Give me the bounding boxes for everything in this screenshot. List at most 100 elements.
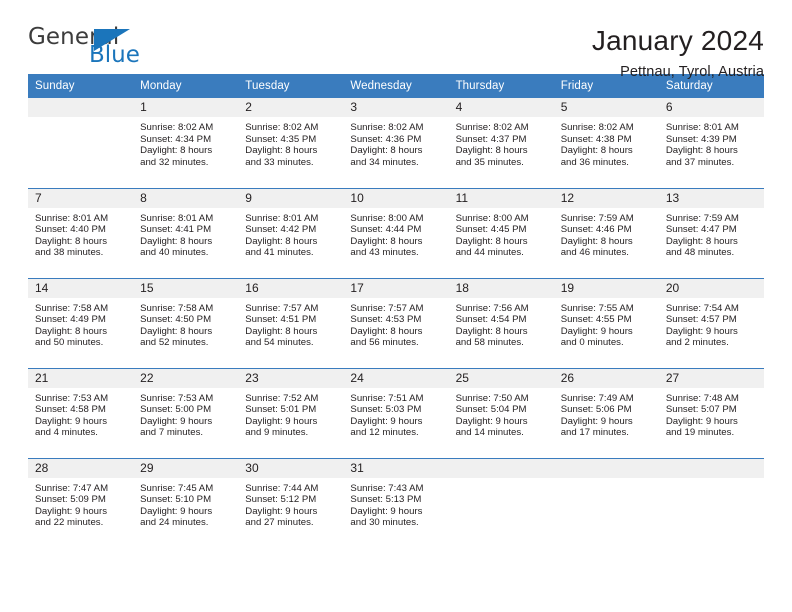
title-block: January 2024 Pettnau, Tyrol, Austria — [592, 26, 764, 81]
daylight-text-line1: Daylight: 8 hours — [560, 145, 633, 157]
calendar-body: 1 Sunrise: 8:02 AM Sunset: 4:34 PM Daylight… — [28, 98, 764, 548]
daylight-text-line2: and 56 minutes. — [350, 337, 419, 349]
sunset-text: Sunset: 4:42 PM — [245, 224, 317, 236]
sunrise-text: Sunrise: 8:02 AM — [455, 122, 529, 133]
sun-info: Sunrise: 8:02 AM Sunset: 4:37 PM Daylight:… — [449, 117, 554, 168]
day-cell-content: 7 Sunrise: 8:01 AM Sunset: 4:40 PM Daylight… — [28, 188, 134, 278]
sun-info: Sunrise: 8:02 AM Sunset: 4:36 PM Daylight:… — [343, 117, 448, 168]
day-cell[interactable]: 31 Sunrise: 7:43 AM Sunset: 5:13 PM Dayligh… — [343, 457, 449, 549]
day-cell[interactable]: 4 Sunrise: 8:02 AM Sunset: 4:37 PM Daylight… — [448, 98, 554, 188]
day-cell[interactable]: 24 Sunrise: 7:51 AM Sunset: 5:03 PM Dayligh… — [343, 367, 449, 458]
day-cell[interactable]: 19 Sunrise: 7:55 AM Sunset: 4:55 PM Dayligh… — [553, 277, 659, 368]
day-cell[interactable]: 11 Sunrise: 8:00 AM Sunset: 4:45 PM Dayligh… — [448, 187, 554, 278]
daylight-text-line1: Daylight: 8 hours — [35, 235, 107, 247]
sunrise-text: Sunrise: 7:56 AM — [455, 302, 529, 314]
sunrise-text: Sunrise: 7:59 AM — [560, 212, 634, 224]
day-number: 16 — [238, 278, 344, 298]
day-number: 14 — [28, 278, 134, 298]
day-cell[interactable]: 14 Sunrise: 7:58 AM Sunset: 4:49 PM Dayligh… — [28, 277, 134, 368]
calendar-page: General Blue January 2024 Pettnau, Tyrol… — [0, 0, 792, 612]
sunset-text: Sunset: 5:13 PM — [350, 494, 422, 506]
day-cell[interactable]: 10 Sunrise: 8:00 AM Sunset: 4:44 PM Dayligh… — [343, 187, 449, 278]
day-cell-content: 19 Sunrise: 7:55 AM Sunset: 4:55 PM Dayligh… — [553, 278, 659, 368]
sunset-text: Sunset: 4:54 PM — [455, 314, 527, 326]
day-number: 11 — [448, 188, 554, 208]
day-cell[interactable]: 9 Sunrise: 8:01 AM Sunset: 4:42 PM Daylight… — [238, 187, 344, 278]
daylight-text-line2: and 32 minutes. — [140, 156, 209, 168]
daylight-text-line1: Daylight: 9 hours — [350, 505, 423, 517]
sunrise-text: Sunrise: 7:48 AM — [665, 392, 739, 404]
sun-info: Sunrise: 7:55 AM Sunset: 4:55 PM Daylight:… — [554, 298, 659, 349]
day-cell[interactable]: 1 Sunrise: 8:02 AM Sunset: 4:34 PM Daylight… — [133, 98, 239, 188]
daylight-text-line1: Daylight: 8 hours — [245, 235, 318, 247]
daylight-text-line1: Daylight: 8 hours — [350, 325, 423, 337]
day-cell[interactable]: 20 Sunrise: 7:54 AM Sunset: 4:57 PM Dayligh… — [658, 277, 764, 368]
day-cell[interactable]: 26 Sunrise: 7:49 AM Sunset: 5:06 PM Dayligh… — [553, 367, 659, 458]
sun-info: Sunrise: 7:59 AM Sunset: 4:46 PM Daylight:… — [554, 208, 659, 259]
day-cell-content: 29 Sunrise: 7:45 AM Sunset: 5:10 PM Dayligh… — [133, 458, 239, 549]
daylight-text-line1: Daylight: 8 hours — [665, 145, 738, 157]
day-cell[interactable]: 30 Sunrise: 7:44 AM Sunset: 5:12 PM Dayligh… — [238, 457, 344, 549]
day-cell[interactable]: 21 Sunrise: 7:53 AM Sunset: 4:58 PM Dayligh… — [28, 367, 134, 458]
sun-info: Sunrise: 7:58 AM Sunset: 4:50 PM Daylight:… — [133, 298, 238, 349]
sunset-text: Sunset: 4:47 PM — [665, 224, 737, 236]
day-cell[interactable]: 22 Sunrise: 7:53 AM Sunset: 5:00 PM Dayligh… — [133, 367, 239, 458]
day-cell[interactable]: 8 Sunrise: 8:01 AM Sunset: 4:41 PM Daylight… — [133, 187, 239, 278]
sunset-text: Sunset: 4:46 PM — [560, 224, 632, 236]
day-number: 4 — [448, 98, 554, 117]
day-cell[interactable]: 25 Sunrise: 7:50 AM Sunset: 5:04 PM Dayligh… — [448, 367, 554, 458]
page-header: General Blue January 2024 Pettnau, Tyrol… — [28, 0, 764, 81]
sunrise-text: Sunrise: 7:47 AM — [35, 482, 109, 494]
day-number: 3 — [343, 98, 449, 117]
sunset-text: Sunset: 4:53 PM — [350, 314, 422, 326]
day-cell[interactable]: 5 Sunrise: 8:02 AM Sunset: 4:38 PM Daylight… — [553, 98, 659, 188]
day-cell[interactable]: 2 Sunrise: 8:02 AM Sunset: 4:35 PM Daylight… — [238, 98, 344, 188]
sun-info: Sunrise: 7:57 AM Sunset: 4:51 PM Daylight:… — [238, 298, 343, 349]
sun-info: Sunrise: 7:45 AM Sunset: 5:10 PM Daylight:… — [133, 478, 238, 529]
day-cell[interactable]: 12 Sunrise: 7:59 AM Sunset: 4:46 PM Dayligh… — [553, 187, 659, 278]
day-number: 15 — [133, 278, 239, 298]
day-cell-content: 13 Sunrise: 7:59 AM Sunset: 4:47 PM Dayligh… — [658, 188, 764, 278]
day-cell-empty — [448, 457, 554, 549]
day-cell[interactable]: 23 Sunrise: 7:52 AM Sunset: 5:01 PM Dayligh… — [238, 367, 344, 458]
day-cell-content: 31 Sunrise: 7:43 AM Sunset: 5:13 PM Dayligh… — [343, 458, 449, 549]
sunrise-text: Sunrise: 7:44 AM — [245, 482, 319, 494]
daylight-text-line1: Daylight: 8 hours — [350, 145, 423, 157]
day-number: 27 — [658, 368, 764, 388]
day-cell-content — [448, 458, 554, 549]
sunset-text: Sunset: 5:09 PM — [35, 494, 106, 506]
day-cell-content: 15 Sunrise: 7:58 AM Sunset: 4:50 PM Dayligh… — [133, 278, 239, 368]
sunset-text: Sunset: 4:44 PM — [350, 224, 422, 236]
sunrise-text: Sunrise: 7:58 AM — [140, 302, 214, 314]
day-cell[interactable]: 29 Sunrise: 7:45 AM Sunset: 5:10 PM Dayligh… — [133, 457, 239, 549]
day-cell-content — [658, 458, 764, 549]
calendar-week-row: 1 Sunrise: 8:02 AM Sunset: 4:34 PM Daylight… — [28, 98, 764, 188]
day-cell[interactable]: 15 Sunrise: 7:58 AM Sunset: 4:50 PM Dayligh… — [133, 277, 239, 368]
daylight-text-line2: and 44 minutes. — [455, 247, 524, 259]
sun-info: Sunrise: 7:54 AM Sunset: 4:57 PM Daylight:… — [659, 298, 764, 349]
day-cell-content: 8 Sunrise: 8:01 AM Sunset: 4:41 PM Daylight… — [133, 188, 239, 278]
day-cell[interactable]: 7 Sunrise: 8:01 AM Sunset: 4:40 PM Daylight… — [28, 187, 134, 278]
day-cell[interactable]: 27 Sunrise: 7:48 AM Sunset: 5:07 PM Dayligh… — [658, 367, 764, 458]
sunrise-text: Sunrise: 7:58 AM — [35, 302, 109, 314]
day-cell[interactable]: 3 Sunrise: 8:02 AM Sunset: 4:36 PM Daylight… — [343, 98, 449, 188]
day-number: 8 — [133, 188, 239, 208]
daylight-text-line2: and 36 minutes. — [560, 156, 629, 168]
sunrise-text: Sunrise: 7:52 AM — [245, 392, 319, 404]
sun-info: Sunrise: 7:43 AM Sunset: 5:13 PM Daylight:… — [343, 478, 448, 529]
daylight-text-line2: and 35 minutes. — [455, 156, 524, 168]
daylight-text-line1: Daylight: 9 hours — [140, 415, 213, 427]
day-cell[interactable]: 16 Sunrise: 7:57 AM Sunset: 4:51 PM Dayligh… — [238, 277, 344, 368]
day-cell[interactable]: 18 Sunrise: 7:56 AM Sunset: 4:54 PM Dayligh… — [448, 277, 554, 368]
sunset-text: Sunset: 4:39 PM — [665, 133, 737, 145]
sunset-text: Sunset: 4:50 PM — [140, 314, 212, 326]
daylight-text-line1: Daylight: 8 hours — [140, 145, 213, 157]
day-cell-content: 30 Sunrise: 7:44 AM Sunset: 5:12 PM Dayligh… — [238, 458, 344, 549]
day-number: 7 — [28, 188, 134, 208]
day-cell[interactable]: 28 Sunrise: 7:47 AM Sunset: 5:09 PM Dayligh… — [28, 457, 134, 548]
day-cell[interactable]: 17 Sunrise: 7:57 AM Sunset: 4:53 PM Dayligh… — [343, 277, 449, 368]
day-cell-content: 3 Sunrise: 8:02 AM Sunset: 4:36 PM Daylight… — [343, 98, 449, 188]
day-cell[interactable]: 6 Sunrise: 8:01 AM Sunset: 4:39 PM Daylight… — [658, 98, 764, 188]
day-cell[interactable]: 13 Sunrise: 7:59 AM Sunset: 4:47 PM Dayligh… — [658, 187, 764, 278]
weekday-header-wednesday: Wednesday — [343, 74, 449, 98]
